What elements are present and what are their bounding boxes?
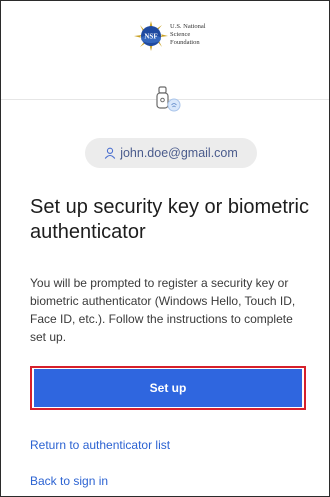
setup-button[interactable]: Set up bbox=[34, 369, 302, 407]
instructions-text: You will be prompted to register a secur… bbox=[30, 276, 296, 344]
return-to-authenticator-list-link[interactable]: Return to authenticator list bbox=[30, 438, 170, 452]
org-name-line: Foundation bbox=[170, 39, 200, 46]
logo-letters: NSF bbox=[144, 33, 157, 41]
org-name: U.S. National Science Foundation bbox=[170, 23, 206, 47]
org-name-line: Science bbox=[170, 31, 191, 38]
page-title: Set up security key or biometric authent… bbox=[30, 196, 309, 243]
login-card: NSF U.S. National Science Foundation joh… bbox=[0, 0, 330, 497]
back-to-sign-in-link[interactable]: Back to sign in bbox=[30, 474, 108, 488]
nsf-logo: NSF bbox=[134, 21, 168, 51]
org-name-line: U.S. National bbox=[170, 23, 206, 30]
user-identifier: john.doe@gmail.com bbox=[85, 138, 257, 168]
user-email: john.doe@gmail.com bbox=[120, 146, 238, 160]
user-icon bbox=[104, 147, 116, 159]
security-key-icon bbox=[156, 86, 181, 112]
